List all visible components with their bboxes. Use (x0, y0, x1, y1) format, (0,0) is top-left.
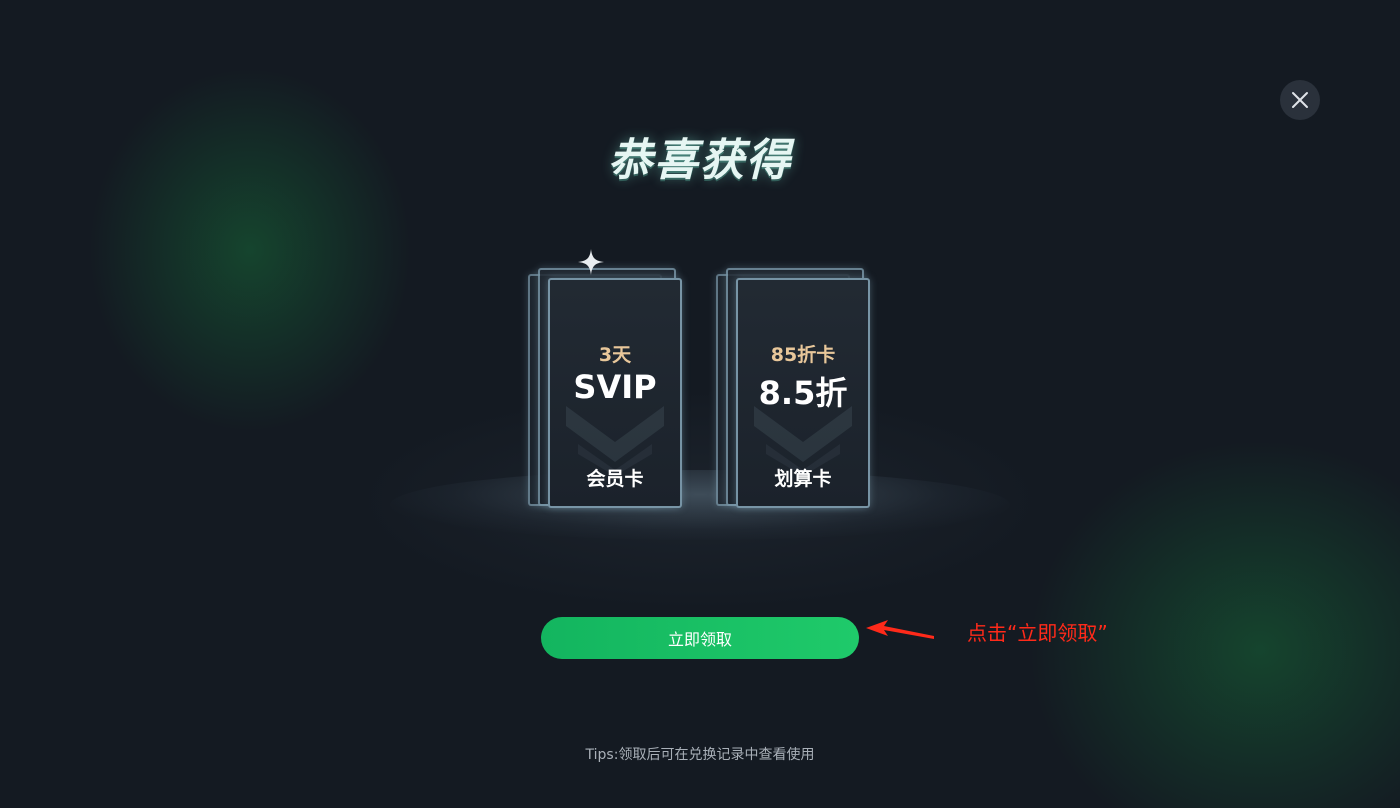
arrow-left-icon (866, 620, 934, 639)
card-duration: 85折卡 (770, 344, 836, 366)
annotation-text: 点击“立即领取” (967, 621, 1108, 645)
card-type: 划算卡 (774, 468, 832, 490)
card-type: 会员卡 (586, 468, 644, 490)
close-icon (1292, 92, 1308, 108)
dialog-background (0, 0, 1400, 808)
claim-now-button[interactable]: 立即领取 (541, 617, 859, 659)
card-pedestal (390, 470, 1010, 540)
reward-card-discount: 85折卡 8.5折 划算卡 (716, 266, 872, 510)
card-title: SVIP (573, 368, 657, 406)
card-duration: 3天 (598, 344, 632, 366)
card-face: 85折卡 8.5折 划算卡 (736, 278, 870, 508)
reward-card-svip: 3天 SVIP 会员卡 (528, 266, 684, 510)
card-face: 3天 SVIP 会员卡 (548, 278, 682, 508)
dialog-title: 恭喜获得 (608, 135, 792, 186)
tips-text: Tips:领取后可在兑换记录中查看使用 (585, 747, 815, 763)
sparkle-icon (578, 249, 604, 275)
card-title: 8.5折 (758, 374, 848, 412)
close-button[interactable] (1280, 80, 1320, 120)
